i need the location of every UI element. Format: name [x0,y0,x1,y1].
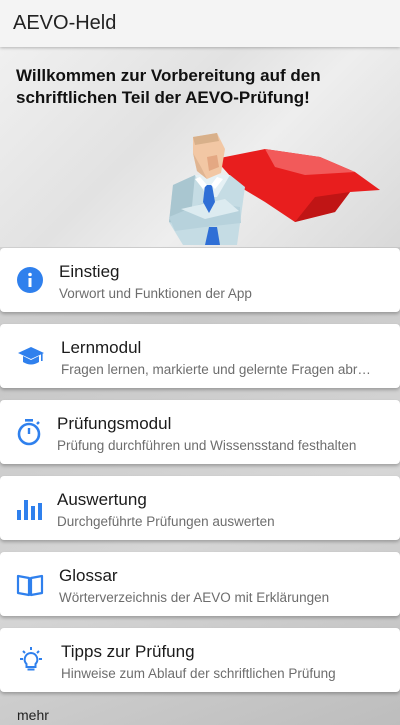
menu-card-lernmodul[interactable]: Lernmodul Fragen lernen, markierte und g… [0,324,400,388]
stopwatch-icon [17,419,41,446]
menu-card-title: Einstieg [59,262,120,281]
menu-card-glossar[interactable]: Glossar Wörterverzeichnis der AEVO mit E… [0,552,400,616]
more-link[interactable]: mehr [17,707,49,723]
superhero-illustration [169,133,380,245]
menu-card-title: Auswertung [57,490,147,509]
menu-card-subtitle: Prüfung durchführen und Wissensstand fes… [57,438,357,453]
menu-card-subtitle: Wörterverzeichnis der AEVO mit Erklärung… [59,590,330,605]
bar-chart-icon [17,500,42,520]
menu-card-title: Glossar [59,566,118,585]
graduation-cap-icon [18,347,44,365]
menu-card-title: Lernmodul [61,338,142,357]
menu-card-subtitle: Vorwort und Funktionen der App [59,286,252,301]
app-bar: AEVO-Held [0,0,400,47]
book-icon [16,574,44,597]
menu-card-subtitle: Durchgeführte Prüfungen auswerten [57,514,275,529]
menu-card-title: Tipps zur Prüfung [61,642,195,661]
menu-card-subtitle: Fragen lernen, markierte und gelernte Fr… [61,362,371,377]
menu-card-einstieg[interactable]: Einstieg Vorwort und Funktionen der App [0,248,400,312]
menu-card-auswertung[interactable]: Auswertung Durchgeführte Prüfungen auswe… [0,476,400,540]
menu-card-tipps[interactable]: Tipps zur Prüfung Hinweise zum Ablauf de… [0,628,400,692]
lightbulb-icon [20,647,42,671]
hero-banner: Willkommen zur Vorbereitung auf den schr… [0,47,400,247]
info-icon [17,267,43,293]
welcome-text: Willkommen zur Vorbereitung auf den schr… [16,66,321,107]
menu-card-title: Prüfungsmodul [57,414,172,433]
app-title: AEVO-Held [13,12,117,34]
menu-card-subtitle: Hinweise zum Ablauf der schriftlichen Pr… [61,666,336,681]
menu-card-pruefungsmodul[interactable]: Prüfungsmodul Prüfung durchführen und Wi… [0,400,400,464]
